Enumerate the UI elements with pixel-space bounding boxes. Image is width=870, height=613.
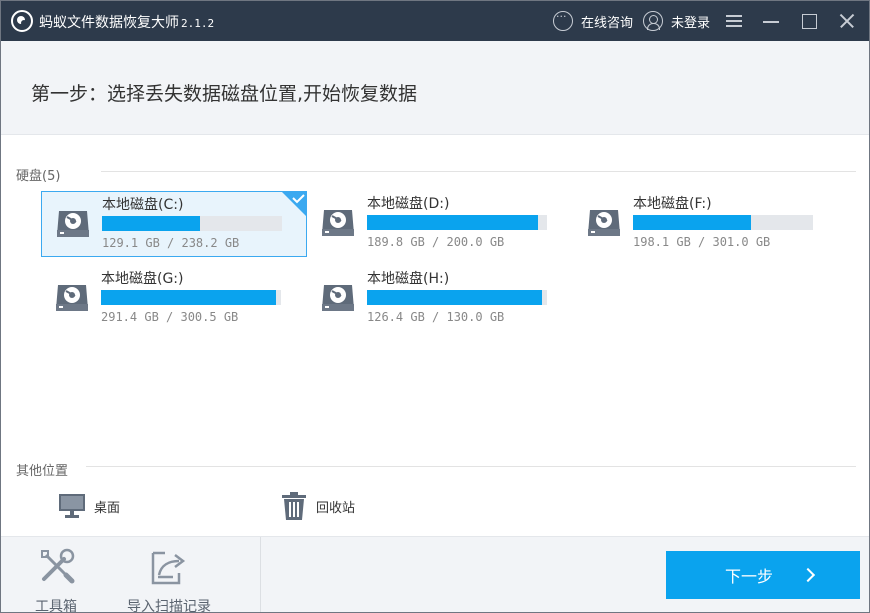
next-step-label: 下一步 [724,567,773,586]
disk-size-text: 126.4 GB / 130.0 GB [367,310,505,324]
other-section-label: 其他位置 [16,464,69,479]
close-icon[interactable] [837,11,857,31]
disk-tile[interactable]: 本地磁盘(G:) 291.4 GB / 300.5 GB [41,266,307,332]
disk-tile[interactable]: 本地磁盘(H:) 126.4 GB / 130.0 GB [307,266,573,332]
minimize-icon[interactable] [761,11,781,31]
disk-tile[interactable]: 本地磁盘(F:) 198.1 GB / 301.0 GB [573,191,839,257]
disk-usage-bar [367,290,547,305]
hard-drive-icon [321,282,355,313]
recycle-bin-icon [282,492,306,520]
hard-drive-icon [321,207,355,238]
disk-name: 本地磁盘(F:) [633,196,712,212]
desktop-monitor-icon [59,494,85,518]
app-logo-icon [11,10,33,32]
disk-size-text: 129.1 GB / 238.2 GB [102,236,240,250]
disk-usage-fill [367,215,538,230]
title-bar: 蚂蚁文件数据恢复大师2.1.2 在线咨询 未登录 [1,1,869,41]
place-desktop-label: 桌面 [94,500,121,516]
login-label: 未登录 [671,15,711,31]
disk-usage-bar [101,290,281,305]
disks-section-label: 硬盘(5) [16,169,61,184]
hard-drive-icon [587,207,621,238]
disk-usage-fill [367,290,542,305]
disk-size-text: 291.4 GB / 300.5 GB [101,310,239,324]
disk-size-text: 198.1 GB / 301.0 GB [633,235,771,249]
disk-name: 本地磁盘(H:) [367,271,450,287]
tools-wrench-screwdriver-icon [41,548,75,584]
import-scan-record-button[interactable]: 导入扫描记录 [119,545,219,612]
place-recycle-bin[interactable]: 回收站 [280,491,355,521]
hard-drive-icon [56,208,90,239]
disk-usage-bar [367,215,547,230]
other-section-divider [86,466,856,467]
app-version: 2.1.2 [181,17,215,30]
footer-divider [260,537,261,612]
selected-check-icon [281,191,307,217]
disk-name: 本地磁盘(C:) [102,197,184,213]
app-window: 蚂蚁文件数据恢复大师2.1.2 在线咨询 未登录 第一步：选择丢失数据磁盘位置,… [0,0,870,613]
disk-usage-bar [633,215,813,230]
step-title: 第一步：选择丢失数据磁盘位置,开始恢复数据 [31,83,418,105]
menu-icon[interactable] [724,11,744,31]
app-title: 蚂蚁文件数据恢复大师 2.1.2 [39,12,214,32]
toolbox-label: 工具箱 [35,599,77,613]
disk-usage-bar [102,216,282,231]
app-title-text: 蚂蚁文件数据恢复大师 [39,15,179,31]
chat-bubble-icon [553,10,573,31]
maximize-icon[interactable] [799,11,819,31]
online-consult-button[interactable]: 在线咨询 [553,10,634,31]
toolbox-button[interactable]: 工具箱 [11,545,101,612]
login-button[interactable]: 未登录 [643,11,710,31]
chevron-right-icon [803,568,817,582]
disk-usage-fill [633,215,752,230]
disk-name: 本地磁盘(G:) [101,271,184,287]
disk-tile[interactable]: 本地磁盘(D:) 189.8 GB / 200.0 GB [307,191,573,257]
hard-drive-icon [55,282,89,313]
disk-tile[interactable]: 本地磁盘(C:) 129.1 GB / 238.2 GB [41,191,307,257]
user-avatar-icon [643,11,663,31]
next-step-button[interactable]: 下一步 [666,551,860,599]
place-recycle-bin-label: 回收站 [316,500,356,516]
disk-usage-fill [101,290,276,305]
place-desktop[interactable]: 桌面 [58,491,120,521]
disk-usage-fill [102,216,200,231]
import-scan-record-label: 导入扫描记录 [127,599,211,613]
step-header: 第一步：选择丢失数据磁盘位置,开始恢复数据 [1,41,869,135]
disk-name: 本地磁盘(D:) [367,196,450,212]
import-record-icon [151,551,186,585]
online-consult-label: 在线咨询 [581,15,634,31]
footer-bar: 工具箱 导入扫描记录 下一步 [1,536,869,612]
disk-size-text: 189.8 GB / 200.0 GB [367,235,505,249]
disks-section-divider [101,171,856,172]
